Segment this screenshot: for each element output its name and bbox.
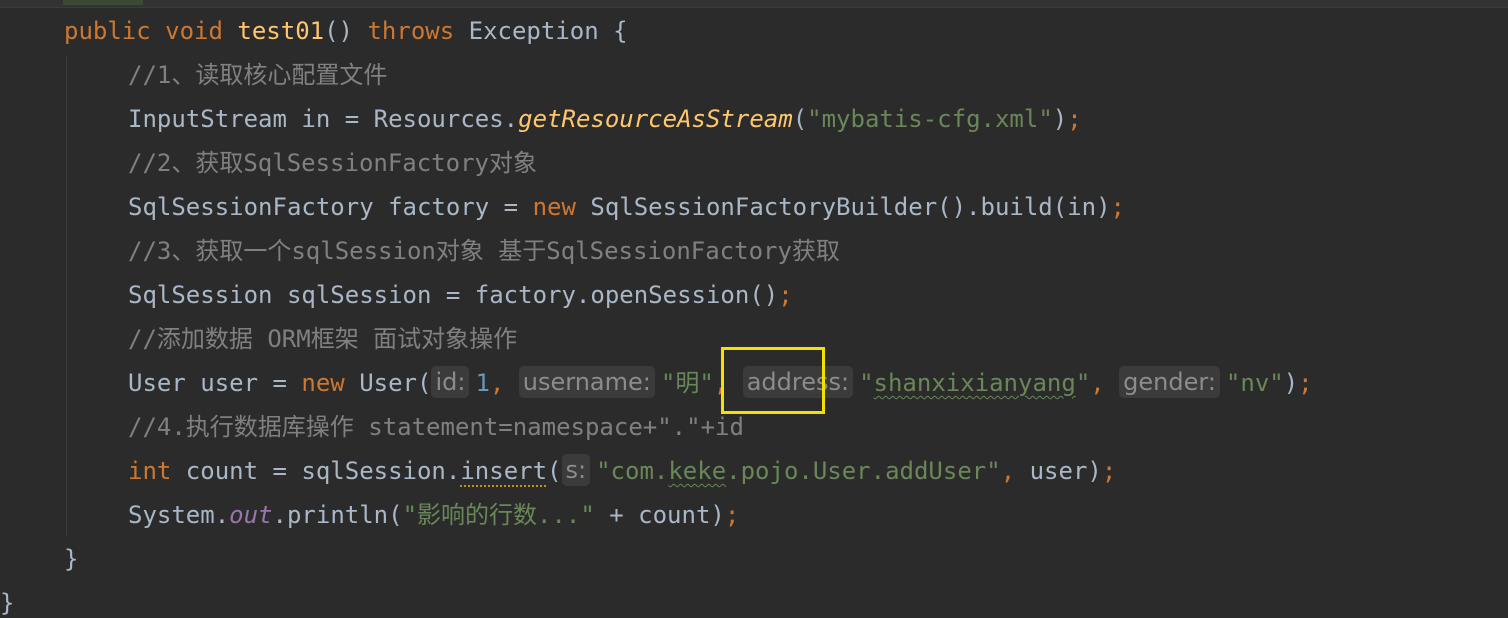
code-token[interactable]: ( (547, 457, 561, 485)
code-token[interactable]: new (301, 369, 359, 397)
code-token[interactable]: () (324, 17, 367, 45)
code-token[interactable]: ; (778, 281, 792, 309)
code-token[interactable]: void (165, 17, 237, 45)
code-line[interactable]: } (0, 581, 14, 618)
parameter-hint: address: (742, 366, 854, 398)
code-token[interactable]: ; (1067, 105, 1081, 133)
code-token[interactable]: .pojo.User.addUser" (726, 457, 1001, 485)
code-token[interactable]: ; (1111, 193, 1125, 221)
code-token[interactable]: shanxixianyang (874, 369, 1076, 397)
code-token[interactable]: //3、获取一个sqlSession对象 基于SqlSessionFactory… (128, 237, 840, 265)
code-token[interactable]: test01 (237, 17, 324, 45)
code-token[interactable]: count = sqlSession. (186, 457, 461, 485)
code-token[interactable]: User( (359, 369, 431, 397)
code-line[interactable]: int count = sqlSession.insert(s: "com.kek… (128, 449, 1116, 493)
parameter-hint: id: (431, 366, 470, 398)
code-token[interactable]: ) (1053, 105, 1067, 133)
code-token[interactable]: out (229, 501, 272, 529)
code-token[interactable]: , (1001, 457, 1030, 485)
code-token[interactable]: User user = (128, 369, 301, 397)
code-token[interactable]: //4.执行数据库操作 statement=namespace+"."+id (128, 413, 744, 441)
code-token[interactable]: getResourceAsStream (518, 105, 793, 133)
code-token[interactable]: "com. (596, 457, 668, 485)
code-token[interactable]: //2、获取SqlSessionFactory对象 (128, 149, 537, 177)
code-token[interactable]: , (1090, 369, 1119, 397)
code-token[interactable]: } (0, 589, 14, 617)
code-token[interactable]: 1 (475, 369, 489, 397)
code-token[interactable]: "nv" (1226, 369, 1284, 397)
code-token[interactable]: SqlSession sqlSession = factory.openSess… (128, 281, 778, 309)
code-token[interactable]: } (64, 545, 78, 573)
code-line[interactable]: //1、读取核心配置文件 (128, 53, 387, 97)
code-token[interactable]: insert (460, 457, 547, 485)
code-token[interactable]: "影响的行数..." (403, 501, 595, 529)
code-line[interactable]: public void test01() throws Exception { (64, 9, 628, 53)
code-token[interactable]: InputStream in = Resources. (128, 105, 518, 133)
code-token[interactable]: , (714, 369, 743, 397)
code-line[interactable]: System.out.println("影响的行数..." + count); (128, 493, 739, 537)
code-token[interactable]: ) (1284, 369, 1298, 397)
code-line[interactable]: //添加数据 ORM框架 面试对象操作 (128, 317, 517, 361)
code-token[interactable]: //添加数据 ORM框架 面试对象操作 (128, 325, 517, 353)
code-line[interactable]: InputStream in = Resources.getResourceAs… (128, 97, 1082, 141)
code-token[interactable]: throws (367, 17, 468, 45)
code-token[interactable]: //1、读取核心配置文件 (128, 61, 387, 89)
code-token[interactable]: "mybatis-cfg.xml" (807, 105, 1053, 133)
code-token[interactable]: System. (128, 501, 229, 529)
code-line[interactable]: SqlSession sqlSession = factory.openSess… (128, 273, 793, 317)
code-editor[interactable]: public void test01() throws Exception {/… (0, 0, 1508, 618)
code-token[interactable]: user) (1030, 457, 1102, 485)
code-line[interactable]: User user = new User(id: 1, username: "明",… (128, 361, 1313, 405)
code-token[interactable]: " (859, 369, 873, 397)
code-token[interactable]: ( (793, 105, 807, 133)
code-token[interactable]: ; (1102, 457, 1116, 485)
code-token[interactable]: SqlSessionFactory factory = (128, 193, 533, 221)
code-token[interactable]: Exception { (469, 17, 628, 45)
code-token[interactable]: public (64, 17, 165, 45)
code-token[interactable]: , (490, 369, 519, 397)
parameter-hint: username: (518, 366, 655, 398)
code-token[interactable]: keke (668, 457, 726, 485)
parameter-hint: s: (561, 454, 591, 486)
code-token[interactable]: " (1076, 369, 1090, 397)
code-token[interactable]: SqlSessionFactoryBuilder().build(in) (590, 193, 1110, 221)
gutter-marker (63, 0, 143, 5)
code-token[interactable]: ; (1298, 369, 1312, 397)
code-token[interactable]: ; (725, 501, 739, 529)
editor-top-strip (0, 0, 1508, 8)
code-line[interactable]: //4.执行数据库操作 statement=namespace+"."+id (128, 405, 744, 449)
code-token[interactable]: .println( (273, 501, 403, 529)
code-token[interactable]: int (128, 457, 186, 485)
code-token[interactable]: "明" (661, 369, 714, 397)
indent-guide (66, 56, 67, 536)
code-line[interactable]: SqlSessionFactory factory = new SqlSessi… (128, 185, 1125, 229)
code-line[interactable]: } (64, 537, 78, 581)
code-token[interactable]: new (533, 193, 591, 221)
parameter-hint: gender: (1119, 366, 1220, 398)
code-line[interactable]: //2、获取SqlSessionFactory对象 (128, 141, 537, 185)
code-line[interactable]: //3、获取一个sqlSession对象 基于SqlSessionFactory… (128, 229, 840, 273)
code-token[interactable]: + count) (595, 501, 725, 529)
